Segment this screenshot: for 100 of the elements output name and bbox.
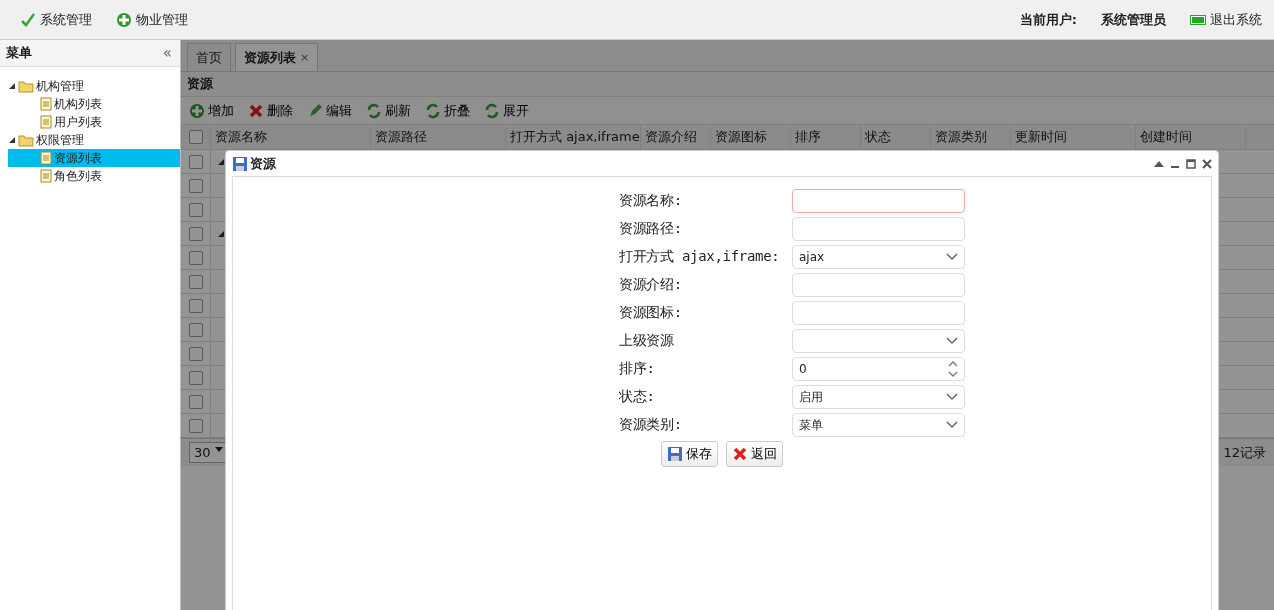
- refresh-icon: [484, 102, 500, 119]
- cross-icon: [248, 102, 264, 119]
- field-label: 资源路径:: [619, 219, 683, 238]
- logout-link[interactable]: 退出系统: [1190, 10, 1262, 29]
- plus-icon: [116, 11, 132, 28]
- select-field[interactable]: [792, 329, 965, 353]
- chevron-down-icon: [946, 421, 958, 429]
- save-icon: [667, 446, 683, 462]
- row-checkbox[interactable]: [188, 298, 203, 313]
- column-header[interactable]: 更新时间: [1011, 125, 1136, 149]
- close-icon[interactable]: [1202, 158, 1212, 169]
- tree-item[interactable]: 角色列表: [8, 167, 180, 185]
- battery-icon: [1190, 14, 1206, 25]
- column-header[interactable]: 资源名称: [211, 125, 371, 149]
- toolbar-button[interactable]: 增加: [189, 101, 234, 120]
- tab[interactable]: 首页: [187, 43, 231, 71]
- tree-folder-item[interactable]: 机构管理: [8, 77, 180, 95]
- select-field[interactable]: 菜单: [792, 413, 965, 437]
- field-label: 打开方式 ajax,iframe:: [619, 247, 781, 266]
- current-user-name: 系统管理员: [1101, 10, 1166, 29]
- row-checkbox[interactable]: [188, 154, 203, 169]
- check-icon: [20, 11, 36, 28]
- column-header[interactable]: 状态: [861, 125, 931, 149]
- sidebar-title: 菜单: [6, 44, 32, 62]
- top-menu-item[interactable]: 系统管理: [20, 10, 92, 29]
- page-size-select[interactable]: 30: [189, 442, 228, 463]
- row-checkbox[interactable]: [188, 274, 203, 289]
- plus-icon: [189, 102, 205, 119]
- current-user-label: 当前用户:: [1019, 10, 1077, 29]
- field-label: 上级资源: [619, 331, 675, 350]
- tree-item[interactable]: 资源列表: [8, 149, 180, 167]
- collapse-icon[interactable]: [1154, 160, 1164, 167]
- tree-item[interactable]: 用户列表: [8, 113, 180, 131]
- row-checkbox[interactable]: [188, 418, 203, 433]
- expand-triangle-icon[interactable]: [217, 229, 225, 238]
- record-count: 12记录: [1223, 443, 1266, 462]
- field-label: 资源名称:: [619, 191, 683, 210]
- close-tab-icon[interactable]: ×: [300, 51, 310, 64]
- field-label: 资源介绍:: [619, 275, 683, 294]
- field-label: 状态:: [619, 387, 656, 406]
- select-field[interactable]: ajax: [792, 245, 965, 269]
- top-menu-item[interactable]: 物业管理: [116, 10, 188, 29]
- dialog-button[interactable]: 保存: [661, 441, 718, 467]
- toolbar-button[interactable]: 展开: [484, 101, 529, 120]
- text-input-field[interactable]: [792, 301, 965, 325]
- document-icon: [40, 169, 52, 183]
- text-input-field[interactable]: [792, 217, 965, 241]
- document-icon: [40, 151, 52, 165]
- row-checkbox[interactable]: [188, 202, 203, 217]
- tab[interactable]: 资源列表 ×: [235, 43, 319, 71]
- refresh-icon: [366, 102, 382, 119]
- dialog-button[interactable]: 返回: [726, 441, 783, 467]
- maximize-icon[interactable]: [1186, 158, 1196, 169]
- spinner-arrows-icon[interactable]: [948, 359, 958, 379]
- dialog-title: 资源: [250, 154, 276, 173]
- column-header[interactable]: 资源图标: [711, 125, 791, 149]
- text-input-field[interactable]: [792, 189, 965, 213]
- row-checkbox[interactable]: [188, 226, 203, 241]
- dropdown-triangle-icon: [214, 445, 223, 453]
- folder-icon: [18, 79, 34, 93]
- toolbar-button[interactable]: 折叠: [425, 101, 470, 120]
- column-header[interactable]: 资源路径: [371, 125, 506, 149]
- chevron-down-icon: [946, 337, 958, 345]
- chevron-down-icon: [946, 253, 958, 261]
- column-header[interactable]: 打开方式 ajax,iframe: [506, 125, 641, 149]
- pencil-icon: [307, 102, 323, 119]
- toolbar-button[interactable]: 编辑: [307, 101, 352, 120]
- row-checkbox[interactable]: [188, 370, 203, 385]
- column-header[interactable]: 排序: [791, 125, 861, 149]
- toolbar-button[interactable]: 刷新: [366, 101, 411, 120]
- column-header[interactable]: 资源类别: [931, 125, 1011, 149]
- cross-icon: [732, 446, 748, 462]
- row-checkbox[interactable]: [188, 178, 203, 193]
- tree-folder-item[interactable]: 权限管理: [8, 131, 180, 149]
- document-icon: [40, 115, 52, 129]
- text-input-field[interactable]: [792, 273, 965, 297]
- row-checkbox[interactable]: [188, 394, 203, 409]
- column-header[interactable]: 创建时间: [1136, 125, 1246, 149]
- row-checkbox[interactable]: [188, 250, 203, 265]
- field-label: 排序:: [619, 359, 656, 378]
- field-label: 资源图标:: [619, 303, 683, 322]
- toolbar-button[interactable]: 删除: [248, 101, 293, 120]
- tree-item[interactable]: 机构列表: [8, 95, 180, 113]
- row-checkbox[interactable]: [188, 346, 203, 361]
- document-icon: [40, 97, 52, 111]
- select-all-checkbox[interactable]: [188, 130, 203, 144]
- field-label: 资源类别:: [619, 415, 683, 434]
- save-icon: [232, 155, 248, 172]
- expand-triangle-icon[interactable]: [8, 82, 16, 90]
- collapse-sidebar-button[interactable]: «: [162, 44, 172, 62]
- expand-triangle-icon[interactable]: [8, 136, 16, 144]
- folder-icon: [18, 133, 34, 147]
- row-checkbox[interactable]: [188, 322, 203, 337]
- panel-title: 资源: [187, 75, 213, 93]
- select-field[interactable]: 启用: [792, 385, 965, 409]
- column-header[interactable]: 资源介绍: [641, 125, 711, 149]
- refresh-icon: [425, 102, 441, 119]
- number-field[interactable]: 0: [792, 357, 965, 381]
- expand-triangle-icon[interactable]: [217, 157, 225, 166]
- chevron-down-icon: [946, 393, 958, 401]
